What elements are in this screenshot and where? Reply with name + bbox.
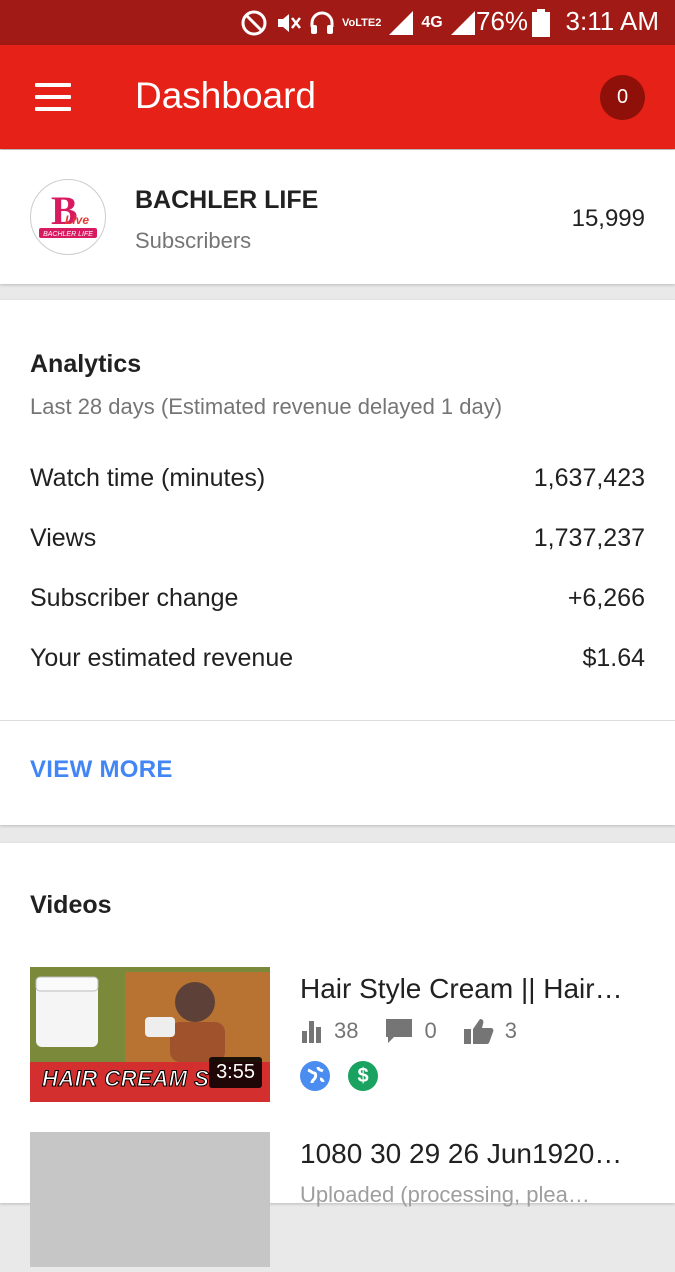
hamburger-menu-icon[interactable] bbox=[35, 83, 71, 111]
metric-label: Watch time (minutes) bbox=[30, 463, 266, 492]
views-count: 38 bbox=[334, 1018, 359, 1043]
videos-title: Videos bbox=[30, 891, 112, 919]
metric-value: $1.64 bbox=[582, 643, 645, 672]
metric-row-revenue: Your estimated revenue $1.64 bbox=[30, 638, 645, 678]
video-thumbnail[interactable]: HAIR CREAM S 3:55 bbox=[30, 967, 270, 1102]
channel-logo: B Live BACHLER LIFE bbox=[39, 188, 97, 238]
thumbs-up-icon bbox=[463, 1019, 494, 1044]
analytics-subtitle: Last 28 days (Estimated revenue delayed … bbox=[30, 394, 503, 419]
metric-label: Views bbox=[30, 523, 97, 552]
divider bbox=[0, 720, 675, 721]
likes-stat: 3 bbox=[463, 1017, 517, 1045]
headphones-icon bbox=[310, 11, 334, 34]
video-duration: 3:55 bbox=[209, 1057, 262, 1088]
do-not-disturb-icon bbox=[241, 10, 267, 36]
metric-label: Subscriber change bbox=[30, 583, 239, 612]
notification-badge[interactable]: 0 bbox=[600, 75, 645, 120]
metric-value: 1,737,237 bbox=[533, 523, 645, 552]
status-bar: VoLTE2 4G 76% 3:11 AM bbox=[0, 0, 675, 45]
channel-name: BACHLER LIFE bbox=[135, 186, 319, 214]
battery-icon bbox=[532, 9, 550, 37]
video-item[interactable]: HAIR CREAM S 3:55 Hair Style Cream || Ha… bbox=[30, 967, 645, 1107]
view-more-button[interactable]: VIEW MORE bbox=[30, 756, 173, 784]
svg-text:Live: Live bbox=[65, 213, 89, 227]
metric-value: +6,266 bbox=[567, 583, 645, 612]
likes-count: 3 bbox=[504, 1018, 517, 1043]
video-title[interactable]: 1080 30 29 26 Jun1920… bbox=[300, 1138, 645, 1170]
video-item[interactable]: 1080 30 29 26 Jun1920… Uploaded (process… bbox=[30, 1132, 645, 1272]
network-type-label: 4G bbox=[421, 14, 443, 31]
video-stats: 38 0 3 bbox=[300, 1017, 543, 1045]
metric-value: 1,637,423 bbox=[533, 463, 645, 492]
channel-avatar: B Live BACHLER LIFE bbox=[30, 179, 106, 255]
comment-icon bbox=[386, 1019, 413, 1043]
metric-label: Your estimated revenue bbox=[30, 643, 294, 672]
monetization-dollar-icon: $ bbox=[348, 1061, 378, 1091]
public-globe-icon bbox=[300, 1061, 330, 1091]
metric-row-watch-time: Watch time (minutes) 1,637,423 bbox=[30, 458, 645, 498]
analytics-title: Analytics bbox=[30, 350, 142, 378]
volte-label: VoLTE2 bbox=[342, 17, 382, 29]
metric-row-subscriber-change: Subscriber change +6,266 bbox=[30, 578, 645, 618]
video-title[interactable]: Hair Style Cream || Hair… bbox=[300, 973, 645, 1005]
signal-icon-2 bbox=[450, 11, 475, 35]
views-stat: 38 bbox=[300, 1018, 358, 1044]
metric-row-views: Views 1,737,237 bbox=[30, 518, 645, 558]
video-upload-status: Uploaded (processing, plea… bbox=[300, 1182, 590, 1207]
battery-percent: 76% bbox=[476, 6, 529, 36]
subscribers-label: Subscribers bbox=[135, 228, 252, 253]
status-icons: VoLTE2 4G bbox=[240, 6, 477, 40]
subscribers-count: 15,999 bbox=[571, 205, 645, 232]
comments-count: 0 bbox=[424, 1018, 437, 1043]
thumbnail-caption: HAIR CREAM S bbox=[41, 1066, 210, 1092]
analytics-card: Analytics Last 28 days (Estimated revenu… bbox=[0, 300, 675, 825]
mute-icon bbox=[278, 14, 301, 32]
videos-card: Videos HAIR CREAM S 3:55 Hair Style Crea… bbox=[0, 843, 675, 1267]
svg-text:BACHLER LIFE: BACHLER LIFE bbox=[43, 231, 93, 238]
channel-card[interactable]: B Live BACHLER LIFE BACHLER LIFE Subscri… bbox=[0, 150, 675, 284]
signal-icon bbox=[389, 11, 414, 35]
clock: 3:11 AM bbox=[565, 6, 659, 36]
page-title: Dashboard bbox=[135, 75, 317, 116]
app-bar: Dashboard 0 bbox=[0, 45, 675, 149]
video-badges: $ bbox=[300, 1061, 378, 1091]
bar-chart-icon bbox=[302, 1021, 321, 1043]
comments-stat: 0 bbox=[384, 1017, 437, 1045]
